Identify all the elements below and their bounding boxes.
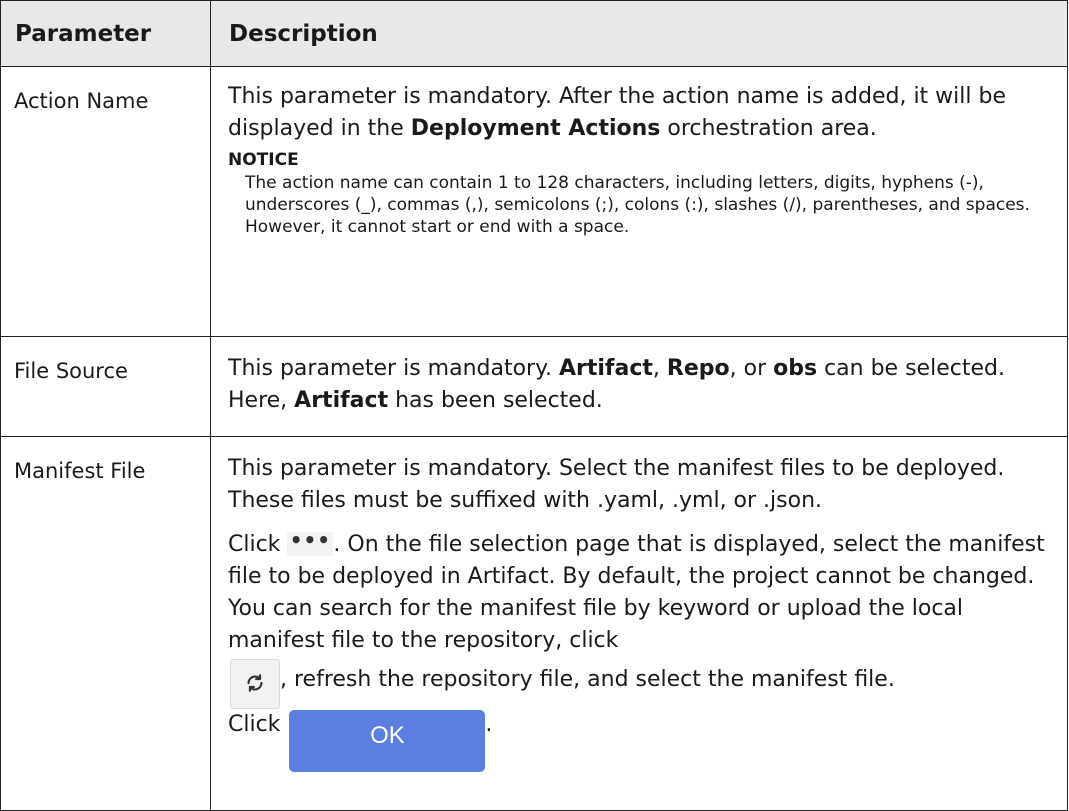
ok-button[interactable]: OK [289,710,486,772]
bold-term: Artifact [294,388,389,413]
more-dots-icon[interactable]: ••• [287,530,334,556]
description-text: , [652,356,667,381]
parameter-column-header: Parameter [0,0,211,67]
description-text: , refresh the repository file, and selec… [280,667,895,692]
description-paragraph: This parameter is mandatory. Artifact, R… [228,353,1057,417]
description-paragraph: , refresh the repository file, and selec… [228,657,1057,709]
description-text: orchestration area. [660,116,877,141]
parameter-name: File Source [0,336,211,437]
description-paragraph: Click •••. On the file selection page th… [228,529,1057,657]
description-column-header: Description [210,0,1068,67]
description-text: Click [228,532,288,557]
description-paragraph: This parameter is mandatory. Select the … [228,456,1005,513]
description-text: has been selected. [388,388,603,413]
table-row: Manifest File This parameter is mandator… [0,436,1068,811]
refresh-icon[interactable] [230,659,280,709]
notice-body: The action name can contain 1 to 128 cha… [245,173,1030,237]
parameter-description: This parameter is mandatory. Select the … [210,436,1068,811]
bold-term: Repo [666,356,730,381]
description-text: Click [228,712,288,737]
bold-term: obs [773,356,818,381]
table-row: Action Name This parameter is mandatory.… [0,66,1068,337]
description-text: , or [729,356,774,381]
description-text: This parameter is mandatory. [228,356,559,381]
parameter-description: This parameter is mandatory. After the a… [210,66,1068,337]
notice-title: NOTICE [228,150,299,170]
bold-term: Deployment Actions [410,116,661,141]
table-row: File Source This parameter is mandatory.… [0,336,1068,437]
parameter-name: Manifest File [0,436,211,811]
description-paragraph: Click OK. [228,709,1057,772]
parameter-table: Parameter Description Action Name This p… [0,0,1068,811]
description-text: . [485,712,493,737]
parameter-name: Action Name [0,66,211,337]
description-paragraph: This parameter is mandatory. After the a… [228,81,1057,145]
description-text: . On the file selection page that is dis… [228,532,1045,653]
table-header-row: Parameter Description [0,0,1068,67]
bold-term: Artifact [558,356,653,381]
parameter-description: This parameter is mandatory. Artifact, R… [210,336,1068,437]
